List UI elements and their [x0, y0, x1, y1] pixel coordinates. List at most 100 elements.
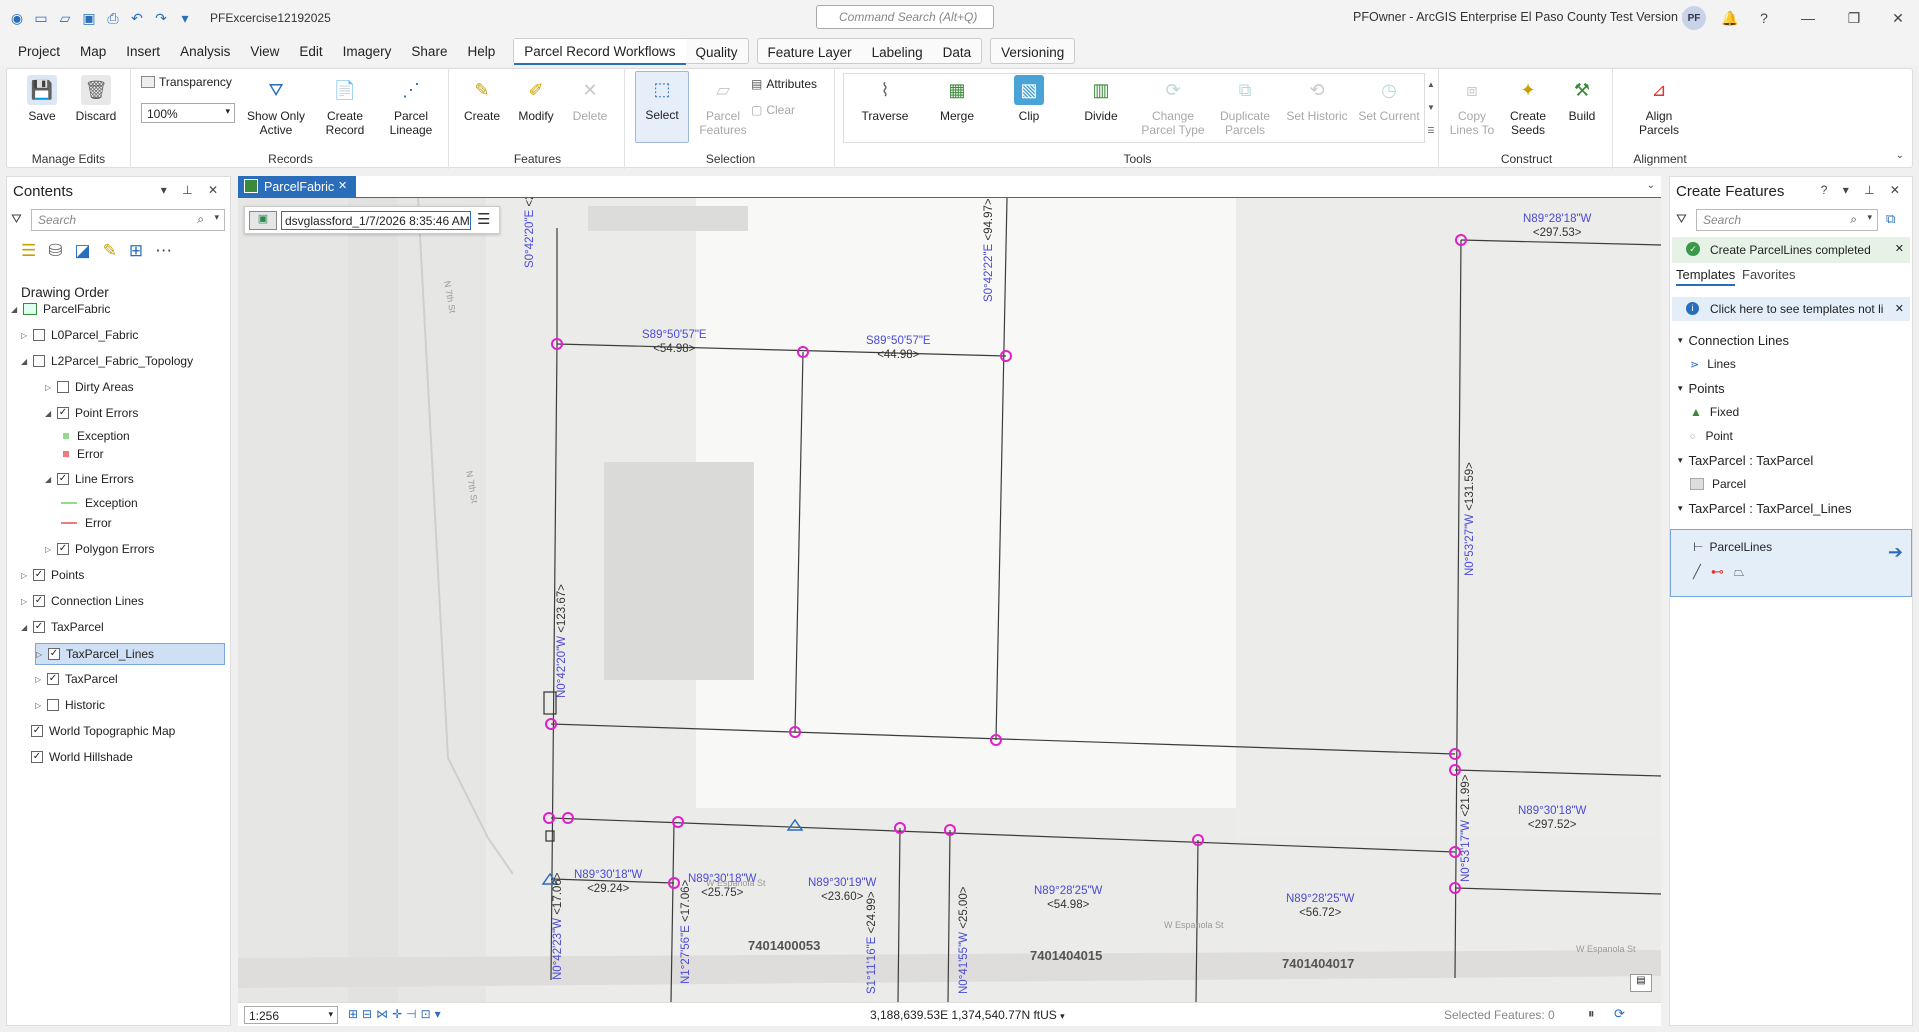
select-button[interactable]: ⬚ Select [635, 71, 689, 143]
visibility-checkbox[interactable]: ✓ [57, 407, 69, 419]
visibility-checkbox[interactable] [47, 699, 59, 711]
layer-taxparcel[interactable]: ▷ ✓ TaxParcel [35, 669, 118, 689]
tab-versioning[interactable]: Versioning [991, 39, 1074, 65]
tab-favorites[interactable]: Favorites [1742, 267, 1795, 282]
collapse-icon[interactable]: ▾ [1678, 455, 1683, 466]
print-icon[interactable]: ⎙ [102, 7, 124, 29]
tab-menu-chevron-icon[interactable]: ⌄ [1647, 180, 1655, 191]
template-group-points[interactable]: ▾ Points [1678, 381, 1725, 396]
snapping-view-icon[interactable]: ⊞ [129, 241, 143, 261]
menu-view[interactable]: View [240, 38, 289, 64]
delete-button[interactable]: ✕ Delete [563, 73, 617, 123]
set-current-button[interactable]: ◷ Set Current [1357, 73, 1421, 123]
undo-icon[interactable]: ↶ [126, 7, 148, 29]
parcel-lineage-button[interactable]: ⋰ Parcel Lineage [381, 73, 441, 137]
collapse-icon[interactable]: ▾ [1678, 383, 1683, 394]
contents-search-input[interactable]: Search ⌕ ▾ [31, 209, 225, 231]
polygon-tool-icon[interactable]: ⏢ [1734, 564, 1744, 580]
menu-project[interactable]: Project [8, 38, 70, 64]
filter-icon[interactable]: ⛛ [1676, 211, 1687, 227]
transparency-select[interactable]: 100% ▾ [141, 103, 235, 123]
menu-analysis[interactable]: Analysis [170, 38, 240, 64]
new-project-icon[interactable]: ▭ [30, 7, 52, 29]
visibility-checkbox[interactable]: ✓ [57, 543, 69, 555]
gallery-scroll[interactable]: ▲ ▼ ☰ [1425, 73, 1437, 143]
layer-l2parcel-fabric-topology[interactable]: ◢ L2Parcel_Fabric_Topology [21, 351, 193, 371]
visibility-checkbox[interactable]: ✓ [31, 751, 43, 763]
template-group-connection-lines[interactable]: ▾ Connection Lines [1678, 333, 1789, 348]
layer-world-topographic-map[interactable]: ✓ World Topographic Map [31, 721, 175, 741]
duplicate-parcels-button[interactable]: ⧉ Duplicate Parcels [1213, 73, 1277, 137]
layer-l0parcel-fabric[interactable]: ▷ L0Parcel_Fabric [21, 325, 138, 345]
expand-icon[interactable]: ▷ [21, 597, 31, 606]
visibility-checkbox[interactable]: ✓ [57, 473, 69, 485]
pause-icon[interactable]: ⏸ [1588, 1006, 1595, 1022]
dismiss-icon[interactable]: ✕ [1895, 242, 1904, 255]
clip-button[interactable]: ▧ Clip [997, 73, 1061, 123]
attributes-button[interactable]: ▤ Attributes [751, 77, 817, 91]
selected-features-count[interactable]: Selected Features: 0 [1444, 1008, 1555, 1022]
tab-quality[interactable]: Quality [686, 39, 748, 65]
tab-parcelfabric[interactable]: ParcelFabric ✕ [238, 176, 356, 198]
menu-imagery[interactable]: Imagery [333, 38, 402, 64]
template-parcellines[interactable]: ⊢ ParcelLines ╱ ⊷ ⏢ ➔ [1670, 529, 1912, 597]
template-fixed[interactable]: ▲ Fixed [1690, 405, 1739, 419]
layer-taxparcel-lines[interactable]: ▷ ✓ TaxParcel_Lines [35, 643, 225, 665]
expand-icon[interactable]: ▷ [45, 383, 55, 392]
expand-icon[interactable]: ▷ [45, 545, 55, 554]
table-icon[interactable]: ▤ [1630, 974, 1652, 992]
menu-map[interactable]: Map [70, 38, 116, 64]
close-tab-icon[interactable]: ✕ [338, 179, 347, 192]
info-bar[interactable]: i Click here to see templates not li ✕ [1672, 297, 1910, 321]
save-project-icon[interactable]: ▣ [78, 7, 100, 29]
close-button[interactable]: ✕ [1884, 6, 1912, 30]
expand-icon[interactable]: ▷ [21, 571, 31, 580]
create-record-button[interactable]: 📄 Create Record [315, 73, 375, 137]
collapse-icon[interactable]: ◢ [11, 305, 21, 314]
dismiss-icon[interactable]: ✕ [1894, 302, 1904, 315]
template-group-taxparcel-lines[interactable]: ▾ TaxParcel : TaxParcel_Lines [1678, 501, 1852, 516]
visibility-checkbox[interactable] [57, 381, 69, 393]
layer-parcelfabric[interactable]: ◢ ParcelFabric [11, 299, 110, 319]
scale-select[interactable]: 1:256 ▾ [244, 1006, 338, 1024]
layer-dirty-areas[interactable]: ▷ Dirty Areas [45, 377, 134, 397]
manage-templates-icon[interactable]: ⧉ [1886, 211, 1895, 227]
collapse-icon[interactable]: ▾ [1678, 503, 1683, 514]
modify-button[interactable]: ✐ Modify [509, 73, 563, 123]
command-search-input[interactable]: Command Search (Alt+Q) [816, 5, 994, 29]
distance-tool-icon[interactable]: ⊷ [1711, 564, 1724, 580]
line-tool-icon[interactable]: ╱ [1693, 564, 1701, 580]
layer-polygon-errors[interactable]: ▷ ✓ Polygon Errors [45, 539, 154, 559]
build-button[interactable]: ⚒ Build [1555, 73, 1609, 123]
menu-insert[interactable]: Insert [116, 38, 170, 64]
visibility-checkbox[interactable]: ✓ [31, 725, 43, 737]
tab-parcel-record-workflows[interactable]: Parcel Record Workflows [514, 39, 686, 65]
visibility-checkbox[interactable]: ✓ [33, 621, 45, 633]
expand-icon[interactable]: ▷ [35, 675, 45, 684]
active-record-field[interactable]: dsvglassford_1/7/2026 8:35:46 AM [281, 211, 471, 230]
map-svg[interactable] [238, 198, 1661, 1002]
notifications-icon[interactable]: 🔔 [1716, 6, 1744, 30]
redo-icon[interactable]: ↷ [150, 7, 172, 29]
data-source-icon[interactable]: ⛁ [48, 241, 62, 261]
tab-feature-layer[interactable]: Feature Layer [758, 39, 862, 65]
visibility-checkbox[interactable]: ✓ [48, 648, 60, 660]
traverse-button[interactable]: ⌇ Traverse [853, 73, 917, 123]
avatar[interactable]: PF [1682, 6, 1706, 30]
visibility-checkbox[interactable]: ✓ [33, 569, 45, 581]
menu-help[interactable]: Help [457, 38, 505, 64]
menu-icon[interactable]: ☰ [477, 210, 490, 228]
tab-templates[interactable]: Templates [1676, 267, 1736, 286]
template-group-taxparcel[interactable]: ▾ TaxParcel : TaxParcel [1678, 453, 1813, 468]
minimize-button[interactable]: — [1794, 6, 1822, 30]
pane-controls[interactable]: ▾ ⊥ ✕ [161, 183, 224, 197]
template-parcel[interactable]: Parcel [1690, 477, 1746, 491]
filter-icon[interactable]: ⛛ [11, 211, 22, 227]
layer-world-hillshade[interactable]: ✓ World Hillshade [31, 747, 133, 767]
more-icon[interactable]: ⋯ [155, 241, 172, 261]
merge-button[interactable]: ▦ Merge [925, 73, 989, 123]
save-button[interactable]: 💾 Save [15, 73, 69, 123]
collapse-icon[interactable]: ◢ [45, 409, 55, 418]
expand-icon[interactable]: ▷ [35, 701, 45, 710]
parcel-features-button[interactable]: ▱ Parcel Features [695, 73, 751, 137]
